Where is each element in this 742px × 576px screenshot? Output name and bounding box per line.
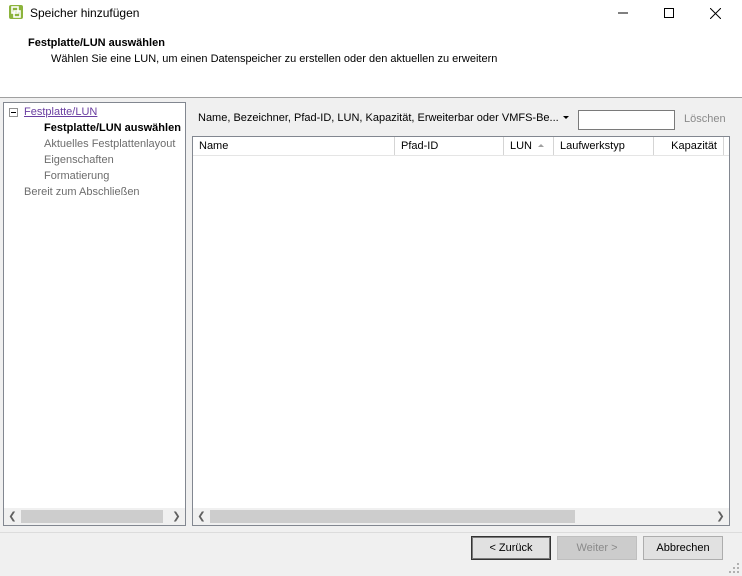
table-horizontal-scrollbar[interactable]: ❮ ❯ <box>193 508 729 525</box>
wizard-header: Festplatte/LUN auswählen Wählen Sie eine… <box>0 26 742 98</box>
filter-column-selector[interactable]: Name, Bezeichner, Pfad-ID, LUN, Kapazitä… <box>198 112 559 124</box>
resize-grip-icon[interactable] <box>726 560 740 574</box>
nav-item-ready: Bereit zum Abschließen <box>24 186 140 198</box>
nav-item-formatting: Formatierung <box>44 170 110 182</box>
nav-item-current: Festplatte/LUN auswählen <box>44 122 181 134</box>
minimize-icon <box>618 12 628 14</box>
wizard-steps-panel: Festplatte/LUN Festplatte/LUN auswählen … <box>3 102 186 526</box>
page-title: Festplatte/LUN auswählen <box>28 37 165 49</box>
maximize-button[interactable] <box>646 0 692 26</box>
scroll-right-icon[interactable]: ❯ <box>712 508 729 525</box>
cancel-button[interactable]: Abbrechen <box>643 536 723 560</box>
filter-input[interactable] <box>578 110 675 130</box>
scroll-right-icon[interactable]: ❯ <box>168 508 185 525</box>
column-header-kapazitaet[interactable]: Kapazität <box>654 137 724 155</box>
title-bar: Speicher hinzufügen <box>0 0 742 26</box>
app-icon <box>8 4 24 20</box>
clear-filter-link[interactable]: Löschen <box>684 113 726 125</box>
nav-link-festplatte-lun[interactable]: Festplatte/LUN <box>24 106 97 118</box>
lun-table: Name Pfad-ID LUN Laufwerkstyp Kapazität … <box>192 136 730 526</box>
scroll-thumb[interactable] <box>21 510 163 523</box>
collapse-icon[interactable] <box>9 108 18 117</box>
nav-item-layout: Aktuelles Festplattenlayout <box>44 138 176 150</box>
scroll-left-icon[interactable]: ❮ <box>193 508 210 525</box>
scroll-left-icon[interactable]: ❮ <box>4 508 21 525</box>
column-header-lun-label: LUN <box>510 140 533 152</box>
window-title: Speicher hinzufügen <box>30 6 140 20</box>
column-header-name[interactable]: Name <box>193 137 395 155</box>
dropdown-caret-icon[interactable] <box>563 116 569 119</box>
column-header-pfad-id[interactable]: Pfad-ID <box>395 137 504 155</box>
minimize-button[interactable] <box>600 0 646 26</box>
nav-horizontal-scrollbar[interactable]: ❮ ❯ <box>4 508 185 525</box>
close-button[interactable] <box>692 0 738 26</box>
page-subtitle: Wählen Sie eine LUN, um einen Datenspeic… <box>51 53 498 65</box>
footer-divider <box>0 532 742 533</box>
maximize-icon <box>664 8 674 18</box>
sort-ascending-icon <box>538 144 544 147</box>
column-header-laufwerkstyp[interactable]: Laufwerkstyp <box>554 137 654 155</box>
scroll-thumb[interactable] <box>210 510 575 523</box>
table-header: Name Pfad-ID LUN Laufwerkstyp Kapazität <box>193 137 729 156</box>
nav-item-properties: Eigenschaften <box>44 154 114 166</box>
back-button[interactable]: < Zurück <box>471 536 551 560</box>
column-header-lun[interactable]: LUN <box>504 137 554 155</box>
next-button[interactable]: Weiter > <box>557 536 637 560</box>
close-icon <box>709 7 721 19</box>
